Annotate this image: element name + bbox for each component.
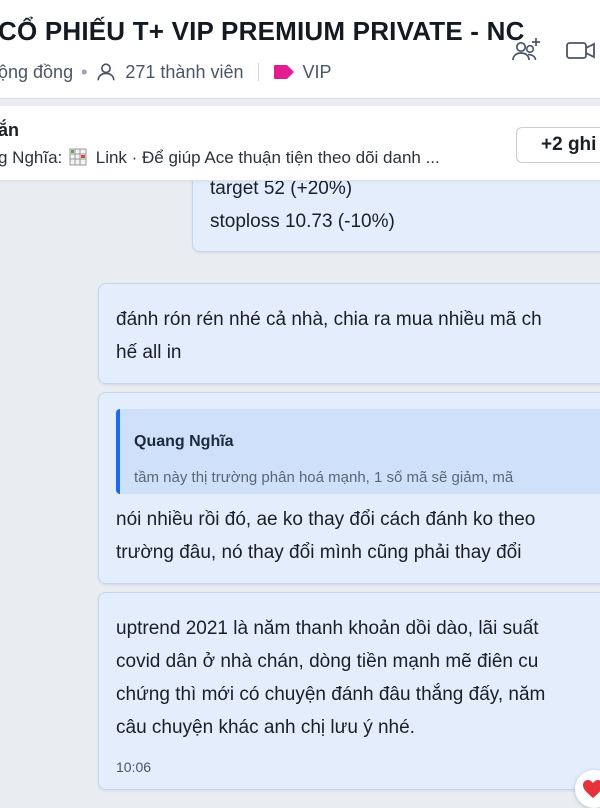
message-line: nói nhiều rồi đó, ae ko thay đổi cách đá… [116,509,536,530]
pinned-message-bar[interactable]: ắn g Nghĩa: Link · Để giúp Ace thuận tiệ… [0,106,600,181]
link-thumbnail-icon [69,148,87,166]
tag-label[interactable]: VIP [303,62,332,83]
community-label[interactable]: ộng đồng [0,62,73,83]
pinned-preview: g Nghĩa: Link · Để giúp Ace thuận tiện t… [0,148,440,168]
message-line: uptrend 2021 là năm thanh khoản dồi dào,… [116,618,539,639]
quoted-text: tầm này thị trường phân hoá mạnh, 1 số m… [134,469,514,486]
message-line: câu chuyện khác anh chị lưu ý nhé. [116,717,415,738]
group-meta: ộng đồng • 271 thành viên VIP [0,60,332,84]
message-body: nói nhiều rồi đó, ae ko thay đổi cách đá… [116,503,535,569]
separator-dot: • [81,61,88,82]
message-line: trường đâu, nó thay đổi mình cũng phải t… [116,542,522,563]
message-line: stoploss 10.73 (-10%) [210,211,395,232]
message-bubble[interactable]: uptrend 2021 là năm thanh khoản dồi dào,… [98,592,600,790]
video-call-icon[interactable] [563,34,597,66]
group-title[interactable]: CỔ PHIẾU T+ VIP PREMIUM PRIVATE - NC [0,16,525,47]
message-line: covid dân ở nhà chán, dòng tiền mạnh mẽ … [116,651,539,672]
pinned-title: ắn [0,120,20,140]
reaction-button[interactable] [575,770,600,808]
add-member-icon[interactable] [509,34,543,66]
user-icon [97,63,116,81]
message-body: target 52 (+20%) stoploss 10.73 (-10%) [210,172,395,238]
quoted-author: Quang Nghĩa [134,433,234,450]
divider [257,63,259,81]
pinned-text: Link · Để giúp Ace thuận tiện theo dõi d… [95,148,440,167]
message-bubble[interactable]: Quang Nghĩa tầm này thị trường phân hoá … [98,392,600,584]
chat-header: CỔ PHIẾU T+ VIP PREMIUM PRIVATE - NC ộng… [0,0,600,99]
quoted-message[interactable]: Quang Nghĩa tầm này thị trường phân hoá … [116,409,600,494]
message-line: hế all in [116,342,182,363]
member-count[interactable]: 271 thành viên [125,62,243,83]
tag-icon [273,65,294,79]
message-body: đánh rón rén nhé cả nhà, chia ra mua nhi… [116,303,542,369]
pinned-author: g Nghĩa: [0,148,63,167]
message-body: uptrend 2021 là năm thanh khoản dồi dào,… [116,612,545,744]
message-timestamp: 10:06 [116,759,152,775]
message-line: đánh rón rén nhé cả nhà, chia ra mua nhi… [116,309,542,330]
more-pinned-button[interactable]: +2 ghi [516,127,600,163]
message-line: chứng thì mới có chuyện đánh đâu thắng đ… [116,684,546,705]
message-bubble[interactable]: đánh rón rén nhé cả nhà, chia ra mua nhi… [98,283,600,384]
heart-icon [583,780,600,798]
